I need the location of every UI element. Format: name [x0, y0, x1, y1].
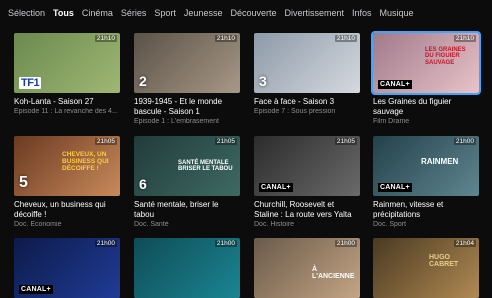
- broadcast-time: 21h04: [453, 240, 476, 247]
- program-card[interactable]: Santé mentale briser le tabou 21h05 6 Santé…: [134, 136, 240, 228]
- channel-logo: 3: [259, 73, 267, 89]
- program-subtitle: Doc. Economie: [14, 221, 62, 228]
- program-title: Koh-Lanta - Saison 27: [14, 97, 94, 106]
- channel-logo: CANAL+: [259, 183, 293, 192]
- program-thumbnail: 21h10 TF1: [14, 33, 120, 93]
- program-thumbnail: Cheveux, un business qui décoiffe ! 21h05…: [14, 136, 120, 196]
- nav-tab-decouverte[interactable]: Découverte: [230, 8, 276, 18]
- channel-logo: TF1: [19, 77, 42, 89]
- program-thumbnail: À l'ancienne 21h00: [254, 238, 360, 298]
- nav-tab-divertissement[interactable]: Divertissement: [284, 8, 344, 18]
- program-card[interactable]: Cheveux, un business qui décoiffe ! 21h05…: [14, 136, 120, 228]
- nav-tab-jeunesse[interactable]: Jeunesse: [184, 8, 223, 18]
- channel-logo: 6: [139, 176, 147, 192]
- channel-logo: CANAL+: [378, 183, 412, 192]
- program-title: Santé mentale, briser le tabou: [134, 200, 219, 219]
- program-subtitle: Doc. Sport: [373, 221, 407, 228]
- program-thumbnail: 21h10 2: [134, 33, 240, 93]
- program-card[interactable]: 21h10 TF1 Koh-Lanta - Saison 27 Episode 11 …: [14, 33, 120, 115]
- program-title: Face à face - Saison 3: [254, 97, 335, 106]
- program-thumbnail: 21h00: [134, 238, 240, 298]
- program-thumbnail: Santé mentale briser le tabou 21h05 6: [134, 136, 240, 196]
- broadcast-time: 21h10: [214, 35, 237, 42]
- thumbnail-title-art: À l'ancienne: [312, 266, 355, 281]
- thumbnail-title-art: Les graines du figuier sauvage: [425, 47, 466, 66]
- channel-logo: CANAL+: [19, 285, 53, 294]
- program-card[interactable]: Les graines du figuier sauvage 21h10 CANAL…: [371, 31, 481, 125]
- program-thumbnail: 21h05 CANAL+: [254, 136, 360, 196]
- program-title: Rainmen, vitesse et précipitations: [373, 200, 444, 219]
- program-subtitle: Doc. Histoire: [254, 221, 295, 228]
- program-card[interactable]: 21h00: [134, 238, 240, 298]
- program-card[interactable]: 21h10 2 1939-1945 - Et le monde bascule - …: [134, 33, 240, 125]
- channel-logo: 5: [19, 174, 28, 191]
- thumbnail-title-art: Cheveux, un business qui décoiffe !: [62, 151, 109, 172]
- program-title: Churchill, Roosevelt et Staline : La rou…: [254, 200, 352, 219]
- broadcast-time: 21h05: [94, 138, 117, 145]
- program-subtitle: Episode 7 : Sous pression: [254, 108, 336, 115]
- broadcast-time: 21h00: [334, 240, 357, 247]
- program-card[interactable]: 21h10 3 Face à face - Saison 3 Episode 7 : …: [254, 33, 360, 115]
- program-card[interactable]: 21h05 CANAL+ Churchill, Roosevelt et Stali…: [254, 136, 360, 228]
- broadcast-time: 21h00: [214, 240, 237, 247]
- program-card[interactable]: Hugo Cabret 21h04: [373, 238, 479, 298]
- broadcast-time: 21h10: [453, 35, 476, 42]
- program-thumbnail: Rainmen 21h00 CANAL+: [373, 136, 479, 196]
- broadcast-time: 21h05: [214, 138, 237, 145]
- thumbnail-title-art: Santé mentale briser le tabou: [178, 160, 233, 173]
- nav-tab-musique[interactable]: Musique: [380, 8, 414, 18]
- program-card[interactable]: Rainmen 21h00 CANAL+ Rainmen, vitesse et pr…: [373, 136, 479, 228]
- program-title: Les Graines du figuier sauvage: [373, 97, 452, 116]
- nav-tab-tous[interactable]: Tous: [53, 8, 74, 18]
- channel-logo: CANAL+: [378, 80, 412, 89]
- program-card[interactable]: 21h00 CANAL+: [14, 238, 120, 298]
- program-thumbnail: Les graines du figuier sauvage 21h10 CANAL…: [371, 31, 481, 95]
- broadcast-time: 21h10: [94, 35, 117, 42]
- nav-tab-cinema[interactable]: Cinéma: [82, 8, 113, 18]
- broadcast-time: 21h10: [334, 35, 357, 42]
- category-nav: Sélection Tous Cinéma Séries Sport Jeunesse Dé…: [0, 0, 492, 26]
- program-subtitle: Episode 11 : La revanche des 4...: [14, 108, 118, 115]
- program-thumbnail: 21h10 3: [254, 33, 360, 93]
- nav-tab-selection[interactable]: Sélection: [8, 8, 45, 18]
- nav-tab-infos[interactable]: Infos: [352, 8, 372, 18]
- nav-tab-sport[interactable]: Sport: [154, 8, 176, 18]
- program-thumbnail: Hugo Cabret 21h04: [373, 238, 479, 298]
- thumbnail-title-art: Rainmen: [421, 157, 459, 166]
- broadcast-time: 21h05: [334, 138, 357, 145]
- nav-tab-series[interactable]: Séries: [121, 8, 147, 18]
- program-subtitle: Film Drame: [373, 118, 410, 125]
- program-card[interactable]: À l'ancienne 21h00: [254, 238, 360, 298]
- program-subtitle: Doc. Santé: [134, 221, 169, 228]
- channel-logo: 2: [139, 73, 147, 89]
- program-subtitle: Episode 1 : L'embrasement: [134, 118, 219, 125]
- program-title: 1939-1945 - Et le monde bascule - Saison…: [134, 97, 223, 116]
- broadcast-time: 21h00: [453, 138, 476, 145]
- thumbnail-title-art: Hugo Cabret: [429, 254, 459, 269]
- program-thumbnail: 21h00 CANAL+: [14, 238, 120, 298]
- broadcast-time: 21h00: [94, 240, 117, 247]
- program-title: Cheveux, un business qui décoiffe !: [14, 200, 106, 219]
